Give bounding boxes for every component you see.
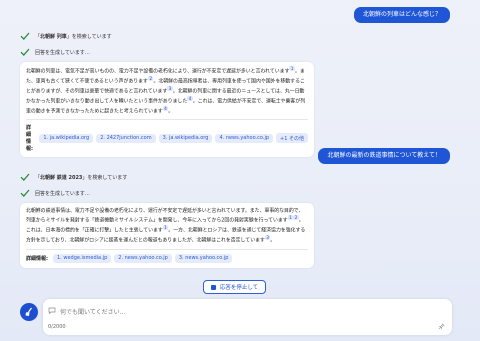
stop-icon <box>210 284 216 290</box>
pin-icon[interactable] <box>438 323 445 330</box>
answer-card: 北朝鮮の列車は、電気不足が高いものの、電力不足や設備の老朽化により、運行が不安定… <box>20 62 314 158</box>
source-link[interactable]: 1. ja.wikipedia.org <box>39 133 94 143</box>
search-query: 北朝鮮 列車 <box>40 33 67 40</box>
sources-row: 詳細情報: 1. wedge.ismedia.jp 2. news.yahoo.… <box>26 248 308 263</box>
user-message-text: 北朝鮮の最新の鉄道事情について教えて！ <box>327 152 441 159</box>
sources-label: 詳細情報: <box>26 125 33 153</box>
source-link[interactable]: 2. news.yahoo.co.jp <box>114 253 172 263</box>
broom-icon <box>25 307 32 316</box>
answer-segment: 北朝鮮の列車は、電気不足が高いものの、電力不足や設備の老朽化により、運行が不安定… <box>26 68 290 75</box>
search-status: 「北朝鮮 鉄道 2023」を検索しています <box>20 173 127 181</box>
answer-segment: 。 <box>270 238 276 245</box>
search-status: 「北朝鮮 列車」を検索しています <box>20 32 112 40</box>
answer-text: 北朝鮮の鉄道事情は、電力不足や設備の老朽化により、運行が不安定で遅延が多いと言わ… <box>26 207 308 246</box>
user-message: 北朝鮮の最新の鉄道事情について教えて！ <box>318 148 450 164</box>
more-sources-link[interactable]: +1 その他 <box>276 133 308 144</box>
check-icon <box>20 32 30 40</box>
check-icon <box>20 189 30 197</box>
answer-segment: 。 <box>168 108 174 115</box>
chat-bubble-icon <box>48 307 56 314</box>
check-icon <box>20 48 30 56</box>
stop-responding-button[interactable]: 応答を停止して <box>203 280 266 294</box>
generating-text: 回答を生成しています… <box>35 49 90 56</box>
search-suffix: 」を検索しています <box>66 33 112 40</box>
source-link[interactable]: 2. 2427junction.com <box>96 133 156 143</box>
answer-card: 北朝鮮の鉄道事情は、電力不足や設備の老朽化により、運行が不安定で遅延が多いと言わ… <box>20 203 314 268</box>
user-message-text: 北朝鮮の列車はどんな感じ？ <box>362 11 441 18</box>
generating-status: 回答を生成しています… <box>20 189 90 197</box>
source-link[interactable]: 4. news.yahoo.co.jp <box>215 133 274 143</box>
answer-segment: 北朝鮮の鉄道事情は、電力不足や設備の老朽化により、運行が不安定で遅延が多いと言わ… <box>26 208 304 225</box>
stop-button-label: 応答を停止して <box>219 285 259 291</box>
new-topic-button[interactable] <box>20 303 38 321</box>
generating-text: 回答を生成しています… <box>35 190 90 197</box>
source-link[interactable]: 3. ja.wikipedia.org <box>158 133 213 143</box>
chat-input-placeholder[interactable]: 何でも聞いてください... <box>60 307 125 316</box>
search-suffix: 」を検索しています <box>82 174 128 181</box>
user-message: 北朝鮮の列車はどんな感じ？ <box>353 7 450 23</box>
source-link[interactable]: 1. wedge.ismedia.jp <box>53 253 112 263</box>
check-icon <box>20 173 30 181</box>
char-counter: 0/2000 <box>48 324 66 330</box>
search-query: 北朝鮮 鉄道 2023 <box>40 174 83 181</box>
generating-status: 回答を生成しています… <box>20 48 90 56</box>
source-link[interactable]: 3. news.yahoo.co.jp <box>174 253 233 263</box>
sources-row: 詳細情報: 1. ja.wikipedia.org 2. 2427junctio… <box>26 119 308 152</box>
sources-label: 詳細情報: <box>26 255 48 262</box>
chat-composer[interactable]: 何でも聞いてください... 0/2000 <box>43 299 452 335</box>
answer-text: 北朝鮮の列車は、電気不足が高いものの、電力不足や設備の老朽化により、運行が不安定… <box>26 66 308 116</box>
